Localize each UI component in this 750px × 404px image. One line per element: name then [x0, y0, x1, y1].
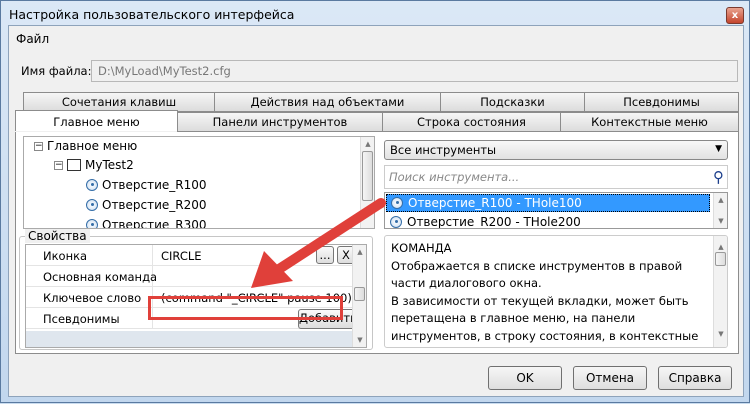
dialog-window: Настройка пользовательского интерфейса x…	[0, 0, 750, 403]
annotation-arrow	[251, 198, 386, 288]
